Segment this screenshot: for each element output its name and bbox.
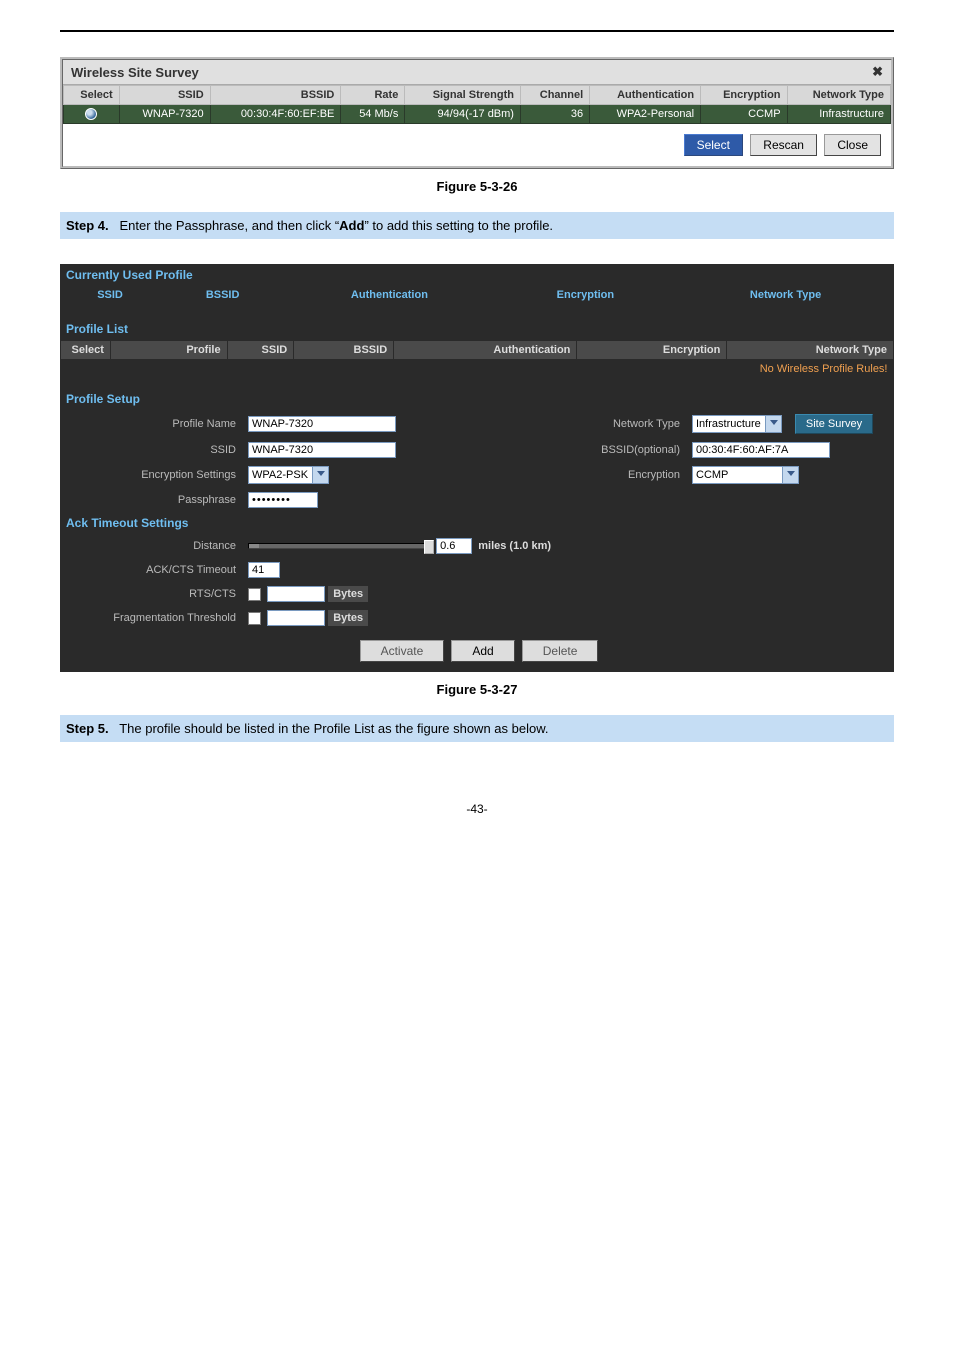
cell-rate: 54 Mb/s xyxy=(341,105,405,124)
step-5-text: The profile should be listed in the Prof… xyxy=(119,721,548,736)
fragmentation-bytes-label: Bytes xyxy=(328,610,368,626)
horizontal-rule xyxy=(60,30,894,32)
site-survey-table: Select SSID BSSID Rate Signal Strength C… xyxy=(63,85,891,124)
activate-button[interactable]: Activate xyxy=(360,640,445,662)
passphrase-label: Passphrase xyxy=(60,488,242,512)
pl-col-ssid: SSID xyxy=(227,341,294,360)
rtscts-input[interactable] xyxy=(267,586,325,602)
col-net: Network Type xyxy=(787,86,890,105)
encryption-label: Encryption xyxy=(504,462,686,488)
fragmentation-input[interactable] xyxy=(267,610,325,626)
pl-col-auth: Authentication xyxy=(394,341,577,360)
bssid-optional-input[interactable] xyxy=(692,442,830,458)
cell-net: Infrastructure xyxy=(787,105,890,124)
step-4-bold: Add xyxy=(339,218,364,233)
profile-list-title: Profile List xyxy=(60,318,894,340)
delete-button[interactable]: Delete xyxy=(522,640,599,662)
cell-channel: 36 xyxy=(520,105,589,124)
col-enc: Encryption xyxy=(701,86,787,105)
close-icon[interactable]: ✖ xyxy=(872,64,883,80)
col-signal: Signal Strength xyxy=(405,86,521,105)
step-4-bar: Step 4. Enter the Passphrase, and then c… xyxy=(60,212,894,239)
page-number: -43- xyxy=(60,802,894,816)
used-col-ssid: SSID xyxy=(60,286,160,304)
distance-label: Distance xyxy=(60,534,242,558)
radio-selected-icon[interactable] xyxy=(85,108,97,120)
col-rate: Rate xyxy=(341,86,405,105)
col-bssid: BSSID xyxy=(210,86,341,105)
ssid-label: SSID xyxy=(60,438,242,462)
site-survey-title: Wireless Site Survey xyxy=(71,65,199,80)
encryption-settings-label: Encryption Settings xyxy=(60,462,242,488)
cell-ssid: WNAP-7320 xyxy=(119,105,210,124)
profile-setup-title: Profile Setup xyxy=(60,388,894,410)
figure-caption-1: Figure 5-3-26 xyxy=(60,179,894,194)
pl-col-profile: Profile xyxy=(110,341,227,360)
cell-auth: WPA2-Personal xyxy=(590,105,701,124)
step-4-text-b: ” to add this setting to the profile. xyxy=(364,218,553,233)
select-button[interactable]: Select xyxy=(684,134,743,156)
rtscts-label: RTS/CTS xyxy=(60,582,242,606)
bssid-optional-label: BSSID(optional) xyxy=(504,438,686,462)
ackcts-timeout-input[interactable] xyxy=(248,562,280,578)
ssid-input[interactable] xyxy=(248,442,396,458)
close-button[interactable]: Close xyxy=(824,134,881,156)
cell-signal: 94/94(-17 dBm) xyxy=(405,105,521,124)
site-survey-dialog: Wireless Site Survey ✖ Select SSID BSSID… xyxy=(60,57,894,169)
pl-col-enc: Encryption xyxy=(577,341,727,360)
distance-slider[interactable] xyxy=(248,543,430,549)
ackcts-timeout-label: ACK/CTS Timeout xyxy=(60,558,242,582)
pl-col-bssid: BSSID xyxy=(294,341,394,360)
cell-enc: CCMP xyxy=(701,105,787,124)
fragmentation-label: Fragmentation Threshold xyxy=(60,606,242,630)
profile-config-panel: Currently Used Profile SSID BSSID Authen… xyxy=(60,264,894,672)
cell-bssid: 00:30:4F:60:EF:BE xyxy=(210,105,341,124)
network-type-label: Network Type xyxy=(504,410,686,438)
profile-name-input[interactable] xyxy=(248,416,396,432)
col-select: Select xyxy=(64,86,120,105)
pl-col-select: Select xyxy=(61,341,111,360)
add-button[interactable]: Add xyxy=(451,640,514,662)
rtscts-bytes-label: Bytes xyxy=(328,586,368,602)
pl-col-net: Network Type xyxy=(727,341,894,360)
step-4-text-a: Enter the Passphrase, and then click “ xyxy=(119,218,339,233)
encryption-select[interactable]: CCMP xyxy=(692,466,799,484)
col-ssid: SSID xyxy=(119,86,210,105)
figure-caption-2: Figure 5-3-27 xyxy=(60,682,894,697)
encryption-settings-select[interactable]: WPA2-PSK xyxy=(248,466,329,484)
network-type-select[interactable]: Infrastructure xyxy=(692,415,782,433)
ack-timeout-title: Ack Timeout Settings xyxy=(60,512,894,534)
distance-unit: miles (1.0 km) xyxy=(478,540,551,552)
distance-value[interactable] xyxy=(436,538,472,554)
profile-name-label: Profile Name xyxy=(60,410,242,438)
used-col-enc: Encryption xyxy=(494,286,677,304)
site-survey-button[interactable]: Site Survey xyxy=(795,414,873,434)
col-auth: Authentication xyxy=(590,86,701,105)
col-channel: Channel xyxy=(520,86,589,105)
step-5-num: Step 5. xyxy=(66,721,109,736)
fragmentation-checkbox[interactable] xyxy=(248,612,261,625)
step-5-bar: Step 5. The profile should be listed in … xyxy=(60,715,894,742)
rescan-button[interactable]: Rescan xyxy=(750,134,817,156)
used-col-auth: Authentication xyxy=(285,286,494,304)
currently-used-profile-title: Currently Used Profile xyxy=(60,264,894,286)
table-row[interactable]: WNAP-7320 00:30:4F:60:EF:BE 54 Mb/s 94/9… xyxy=(64,105,891,124)
used-col-net: Network Type xyxy=(677,286,894,304)
step-4-num: Step 4. xyxy=(66,218,109,233)
passphrase-input[interactable] xyxy=(248,492,318,508)
profile-list-empty: No Wireless Profile Rules! xyxy=(61,360,894,379)
rtscts-checkbox[interactable] xyxy=(248,588,261,601)
used-col-bssid: BSSID xyxy=(160,286,285,304)
